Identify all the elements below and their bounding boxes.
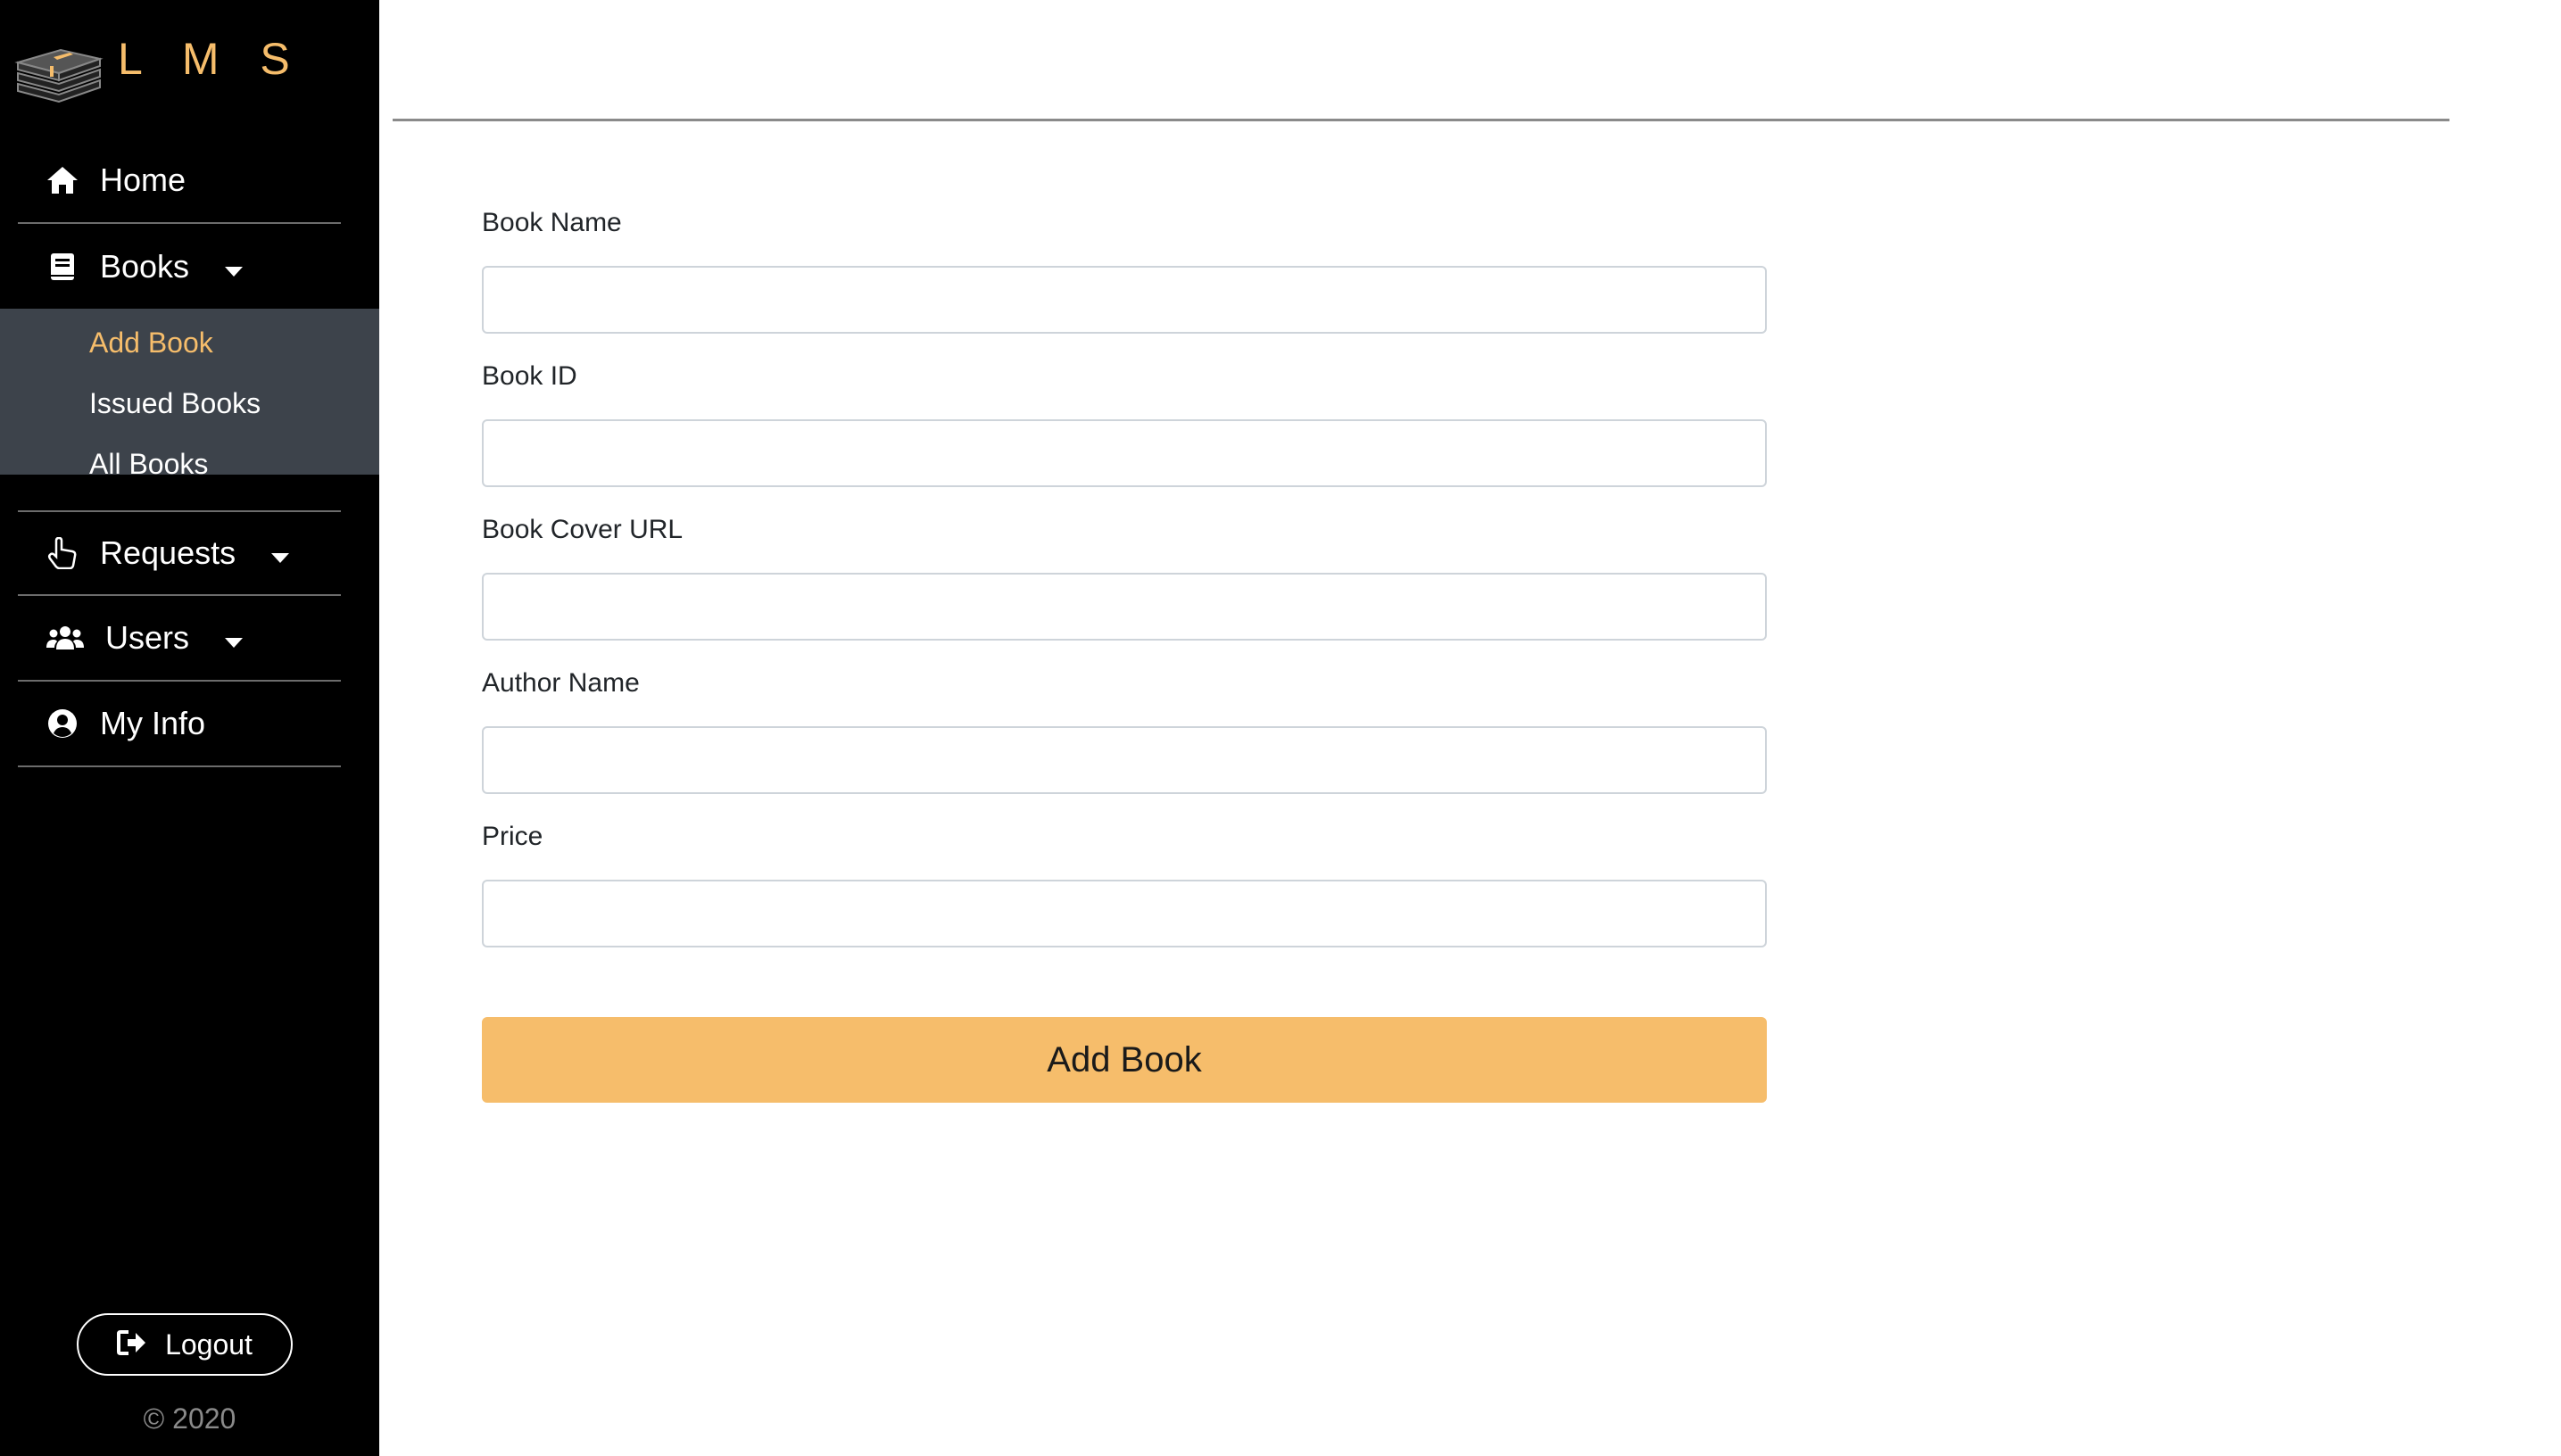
price-input[interactable] — [482, 880, 1767, 947]
book-id-label: Book ID — [482, 361, 577, 391]
user-circle-icon — [45, 706, 80, 741]
book-id-input[interactable] — [482, 419, 1767, 487]
sidebar-item-label: Books — [100, 248, 190, 285]
add-book-button[interactable]: Add Book — [482, 1017, 1767, 1103]
copyright-text: © 2020 — [143, 1402, 236, 1435]
hand-pointer-icon — [45, 535, 80, 571]
header-divider — [393, 119, 2449, 121]
sidebar-item-label: Users — [105, 619, 190, 656]
sidebar-item-label: Home — [100, 161, 186, 198]
submenu-item-add-book[interactable]: Add Book — [89, 327, 213, 360]
app-root: L M S Home Books Add Book Issued Books A… — [0, 0, 2561, 1456]
price-label: Price — [482, 822, 543, 851]
sidebar-item-my-info[interactable]: My Info — [18, 682, 341, 767]
book-name-input[interactable] — [482, 266, 1767, 334]
chevron-down-icon — [225, 637, 244, 648]
author-name-label: Author Name — [482, 668, 640, 698]
chevron-down-icon — [271, 552, 290, 563]
sidebar-item-label: My Info — [100, 705, 206, 741]
logout-button[interactable]: Logout — [77, 1313, 293, 1376]
book-icon — [45, 249, 80, 285]
users-icon — [45, 620, 86, 656]
sidebar: L M S Home Books Add Book Issued Books A… — [0, 0, 379, 1456]
book-cover-url-label: Book Cover URL — [482, 515, 684, 544]
chevron-down-icon — [225, 266, 244, 277]
add-book-form: Book Name Book ID Book Cover URL Author … — [482, 205, 1767, 1103]
brand-title: L M S — [118, 34, 304, 84]
sign-out-icon — [117, 1329, 147, 1360]
submenu-item-all-books[interactable]: All Books — [89, 448, 208, 481]
sidebar-item-home[interactable]: Home — [18, 138, 341, 224]
book-name-label: Book Name — [482, 208, 622, 237]
sidebar-item-label: Requests — [100, 534, 236, 571]
submenu-item-issued-books[interactable]: Issued Books — [89, 387, 261, 420]
brand[interactable]: L M S — [14, 27, 304, 107]
sidebar-item-requests[interactable]: Requests — [18, 510, 341, 596]
book-cover-url-input[interactable] — [482, 573, 1767, 641]
logout-label: Logout — [165, 1328, 253, 1361]
home-icon — [45, 162, 80, 198]
author-name-input[interactable] — [482, 726, 1767, 794]
sidebar-item-books[interactable]: Books — [18, 224, 341, 310]
books-submenu: Add Book Issued Books All Books — [0, 309, 379, 480]
stacked-books-icon — [14, 48, 104, 103]
sidebar-item-users[interactable]: Users — [18, 596, 341, 682]
